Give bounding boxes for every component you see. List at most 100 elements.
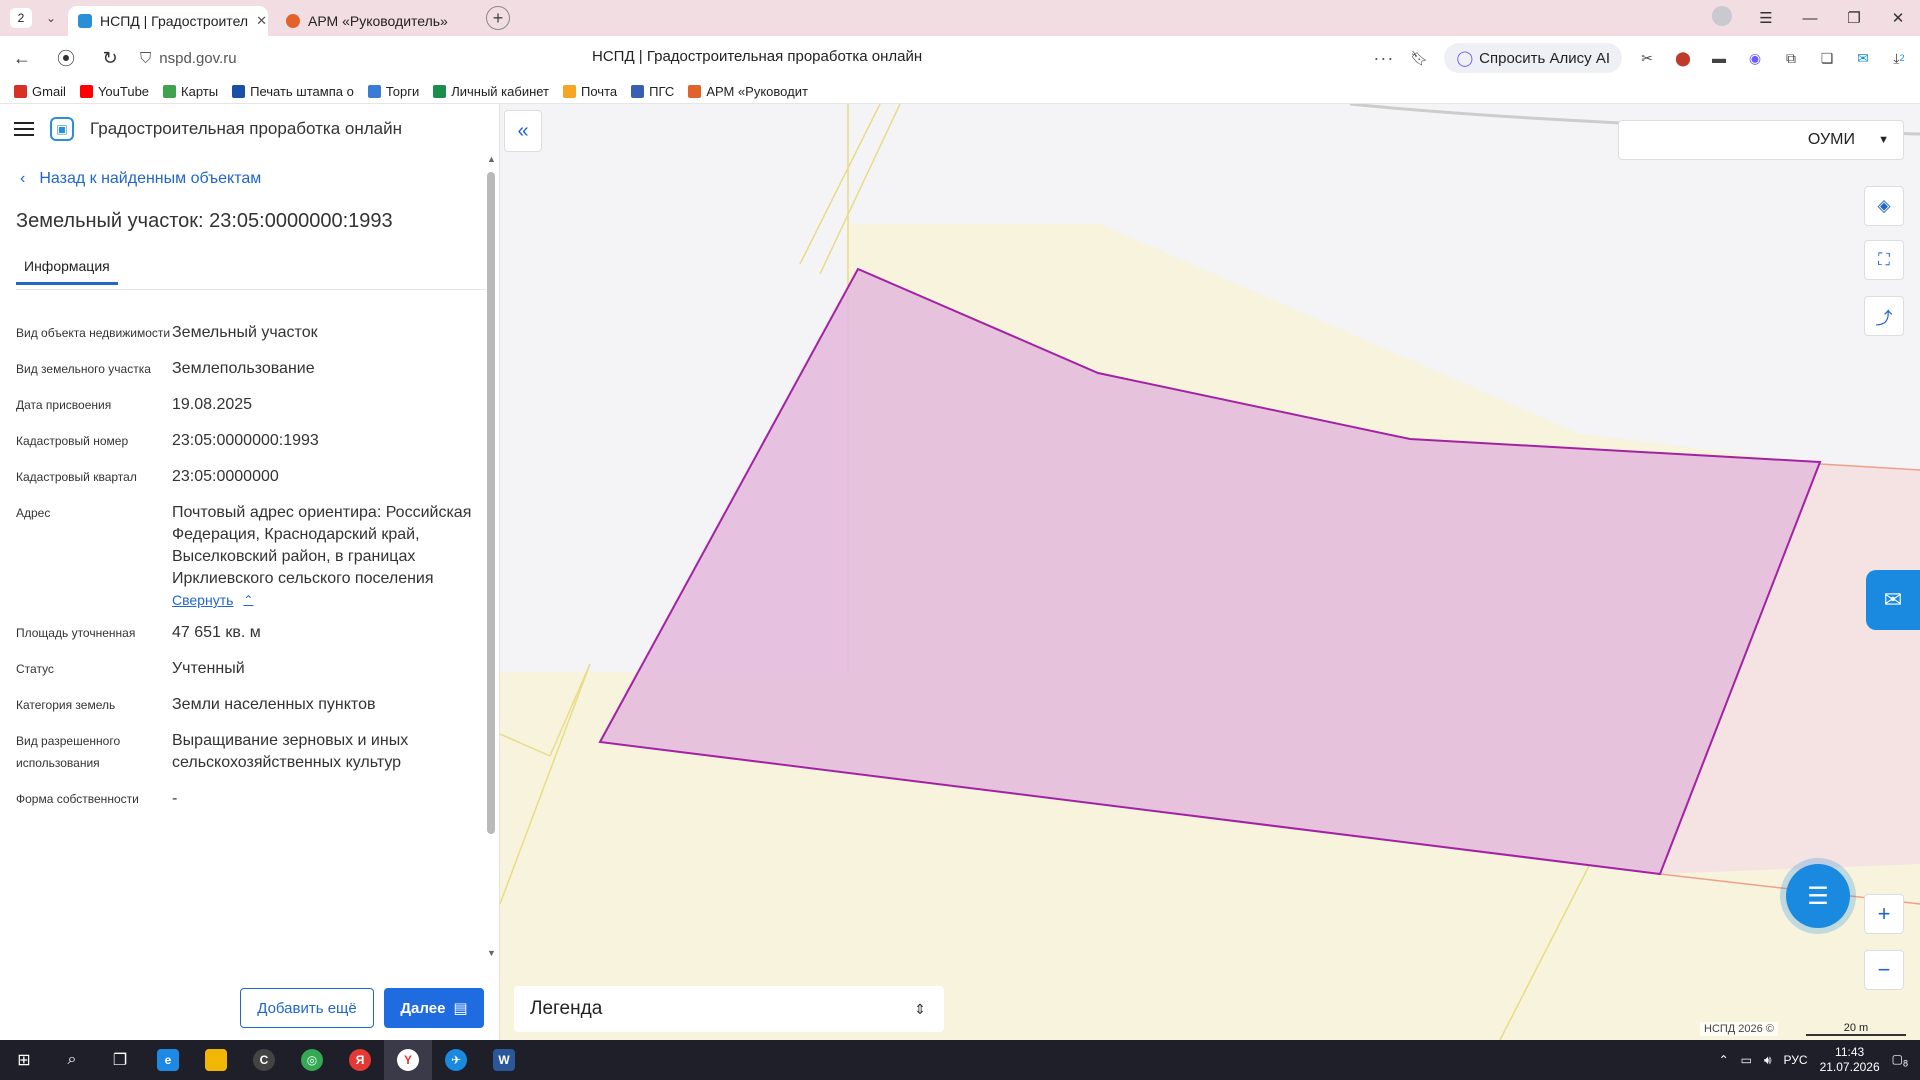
- map-line: [500, 663, 591, 905]
- site-info-icon[interactable]: ⛉: [140, 50, 151, 67]
- next-button[interactable]: Далее ▤: [384, 988, 484, 1028]
- extension-target-icon[interactable]: ◉: [1744, 47, 1766, 69]
- property-key: Форма собственности: [16, 792, 139, 806]
- task-view-button[interactable]: ❐: [96, 1040, 144, 1080]
- profile-sync-icon[interactable]: ✉: [1852, 47, 1874, 69]
- property-value: 23:05:0000000:1993: [172, 432, 319, 449]
- protect-icon[interactable]: ⦿: [44, 45, 88, 71]
- scroll-up-icon[interactable]: ▲: [487, 154, 496, 164]
- extension-badge-icon[interactable]: ⬤: [1672, 47, 1694, 69]
- panel-scrollbar[interactable]: ▲ ▼: [487, 154, 496, 960]
- tab-nspd[interactable]: НСПД | Градостроител ✕: [68, 6, 268, 36]
- chrome-app-button[interactable]: ◎: [288, 1040, 336, 1080]
- share-button[interactable]: ⤴: [1864, 296, 1904, 336]
- bookmark-favicon-icon: [163, 85, 177, 98]
- feedback-widget-button[interactable]: ✉: [1866, 570, 1920, 630]
- collapse-address-link[interactable]: Свернуть ⌃: [172, 592, 472, 608]
- scroll-down-icon[interactable]: ▼: [487, 948, 496, 958]
- menu-icon[interactable]: ☰: [1744, 9, 1788, 27]
- minimize-icon[interactable]: —: [1788, 10, 1832, 27]
- url-field[interactable]: ⛉ nspd.gov.ru: [140, 50, 560, 67]
- zoom-out-button[interactable]: −: [1864, 950, 1904, 990]
- close-window-icon[interactable]: ✕: [1876, 9, 1920, 27]
- messenger-app-button[interactable]: ✈: [432, 1040, 480, 1080]
- tab-information[interactable]: Информация: [16, 254, 118, 285]
- yandex-app-button[interactable]: Я: [336, 1040, 384, 1080]
- zoom-in-button[interactable]: +: [1864, 894, 1904, 934]
- extension-tool-icon[interactable]: ✂: [1636, 47, 1658, 69]
- add-more-button[interactable]: Добавить ещё: [240, 988, 374, 1028]
- search-icon: ⌕: [67, 1051, 77, 1068]
- layers-button[interactable]: ◈: [1864, 186, 1904, 226]
- bookmark-item[interactable]: Карты: [163, 84, 218, 99]
- close-tab-icon[interactable]: ✕: [256, 13, 267, 29]
- new-tab-button[interactable]: +: [486, 6, 510, 30]
- chevron-left-icon: ‹: [20, 170, 26, 187]
- bookmark-item[interactable]: Печать штампа о: [232, 84, 354, 99]
- property-row: Вид объекта недвижимости Земельный участо…: [16, 322, 476, 344]
- extension-hat-icon[interactable]: ▬: [1708, 47, 1730, 69]
- search-button[interactable]: ⌕: [48, 1040, 96, 1080]
- profile-icon[interactable]: [1700, 6, 1744, 30]
- clock[interactable]: 11:43 21.07.2026: [1820, 1045, 1880, 1075]
- map-area[interactable]: « ОУМИ ▼ ◈ ⛶ ⤴ ✉ ☰ + − Легенда ⇕ НСПД 20…: [500, 104, 1920, 1040]
- chat-icon: ☰: [1807, 882, 1829, 910]
- bookmark-icon[interactable]: 🔖︎: [1408, 47, 1430, 69]
- layers-icon: ◈: [1877, 196, 1891, 215]
- restore-icon[interactable]: ❐: [1832, 9, 1876, 27]
- property-key: Площадь уточненная: [16, 626, 136, 640]
- browser-tab-strip: 2 ⌄ НСПД | Градостроител ✕ АРМ «Руководи…: [0, 0, 1920, 36]
- bookmark-item[interactable]: Торги: [367, 84, 419, 99]
- ie-icon: e: [157, 1049, 179, 1071]
- app-c-button[interactable]: C: [240, 1040, 288, 1080]
- volume-icon[interactable]: 🔊︎: [1764, 1053, 1772, 1068]
- menu-burger-icon[interactable]: [14, 122, 34, 136]
- property-key: Кадастровый квартал: [16, 470, 137, 484]
- bookmark-item[interactable]: Почта: [563, 84, 617, 99]
- expand-updown-icon: ⇕: [914, 1000, 926, 1017]
- language-indicator[interactable]: РУС: [1784, 1053, 1808, 1067]
- property-value-wrap: 23:05:0000000:1993: [172, 430, 319, 452]
- map-canvas[interactable]: [500, 104, 1920, 1040]
- layer-select[interactable]: ОУМИ ▼: [1618, 120, 1904, 160]
- chat-button[interactable]: ☰: [1786, 864, 1850, 928]
- network-icon[interactable]: ▭: [1741, 1053, 1752, 1067]
- tab-counter[interactable]: 2: [10, 8, 32, 28]
- tab-arm[interactable]: АРМ «Руководитель»: [276, 6, 476, 36]
- bookmark-item[interactable]: ПГС: [631, 84, 674, 99]
- yandex-browser-button[interactable]: Y: [384, 1040, 432, 1080]
- downloads-badge: 2: [1899, 53, 1905, 63]
- word-app-button[interactable]: W: [480, 1040, 528, 1080]
- tray-up-arrow-icon[interactable]: ⌃: [1719, 1053, 1729, 1067]
- collapse-panel-button[interactable]: «: [504, 110, 542, 152]
- back-arrow-icon[interactable]: ←: [0, 48, 44, 69]
- select-area-button[interactable]: ⛶: [1864, 240, 1904, 280]
- feedback-icon: ✉: [1883, 587, 1903, 612]
- share-icon: ⤴: [1875, 308, 1893, 328]
- bookmark-item[interactable]: YouTube: [79, 84, 149, 99]
- scroll-thumb[interactable]: [487, 172, 495, 834]
- messenger-icon: ✈: [445, 1049, 467, 1071]
- legend-toggle[interactable]: Легенда ⇕: [514, 986, 944, 1032]
- reload-icon[interactable]: ↻: [88, 48, 132, 69]
- bookmark-item[interactable]: Gmail: [14, 84, 66, 99]
- ask-alisa-button[interactable]: ◯ Спросить Алису AI: [1444, 43, 1622, 73]
- bookmark-label: Печать штампа о: [250, 84, 354, 99]
- map-line: [500, 733, 551, 757]
- downloads-icon[interactable]: ⤓ 2: [1888, 47, 1910, 69]
- back-to-results-link[interactable]: ‹ Назад к найденным объектам: [20, 170, 261, 188]
- start-button[interactable]: ⊞: [0, 1040, 48, 1080]
- bookmark-item[interactable]: АРМ «Руководит: [688, 84, 808, 99]
- collections-icon[interactable]: ❏: [1816, 47, 1838, 69]
- extensions-puzzle-icon[interactable]: ⧉: [1780, 47, 1802, 69]
- bookmark-favicon-icon: [232, 85, 246, 98]
- explorer-app-button[interactable]: [192, 1040, 240, 1080]
- bookmark-item[interactable]: Личный кабинет: [433, 84, 549, 99]
- notifications-icon[interactable]: ▢8: [1892, 1052, 1908, 1068]
- ie-app-button[interactable]: e: [144, 1040, 192, 1080]
- tab-list-chevron-icon[interactable]: ⌄: [42, 11, 60, 25]
- more-dots-icon[interactable]: ···: [1373, 48, 1394, 69]
- map-line: [1499, 863, 1591, 1040]
- property-row: Категория земель Земли населенных пунктов: [16, 694, 476, 716]
- property-value: Земельный участок: [172, 324, 318, 341]
